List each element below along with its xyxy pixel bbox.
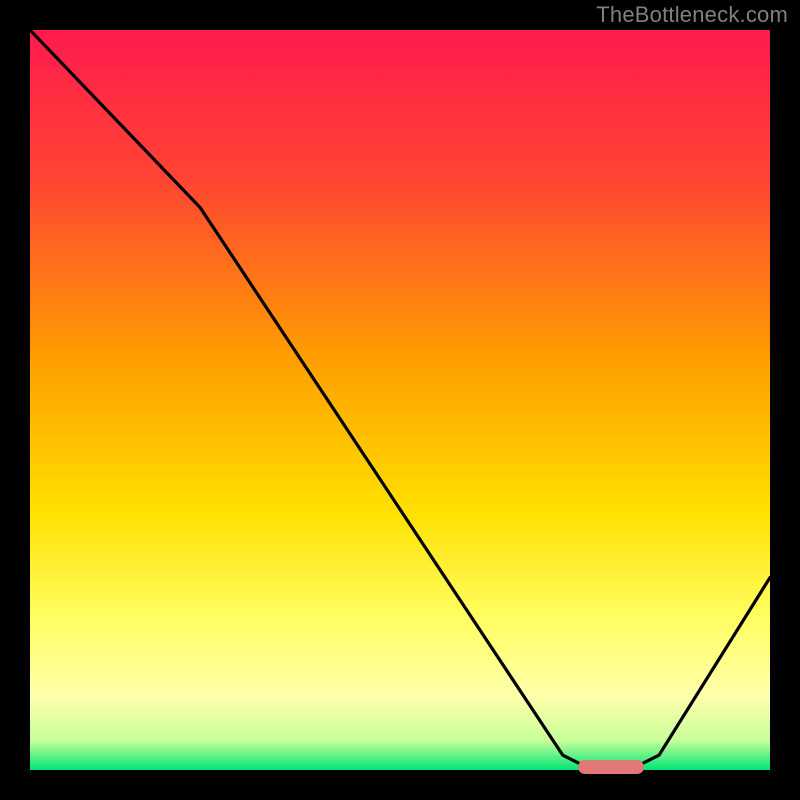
chart-svg (30, 30, 770, 770)
chart-container: TheBottleneck.com (0, 0, 800, 800)
attribution-label: TheBottleneck.com (596, 2, 788, 28)
plot-area (30, 30, 770, 770)
gradient-background (30, 30, 770, 770)
optimal-marker (578, 760, 645, 774)
